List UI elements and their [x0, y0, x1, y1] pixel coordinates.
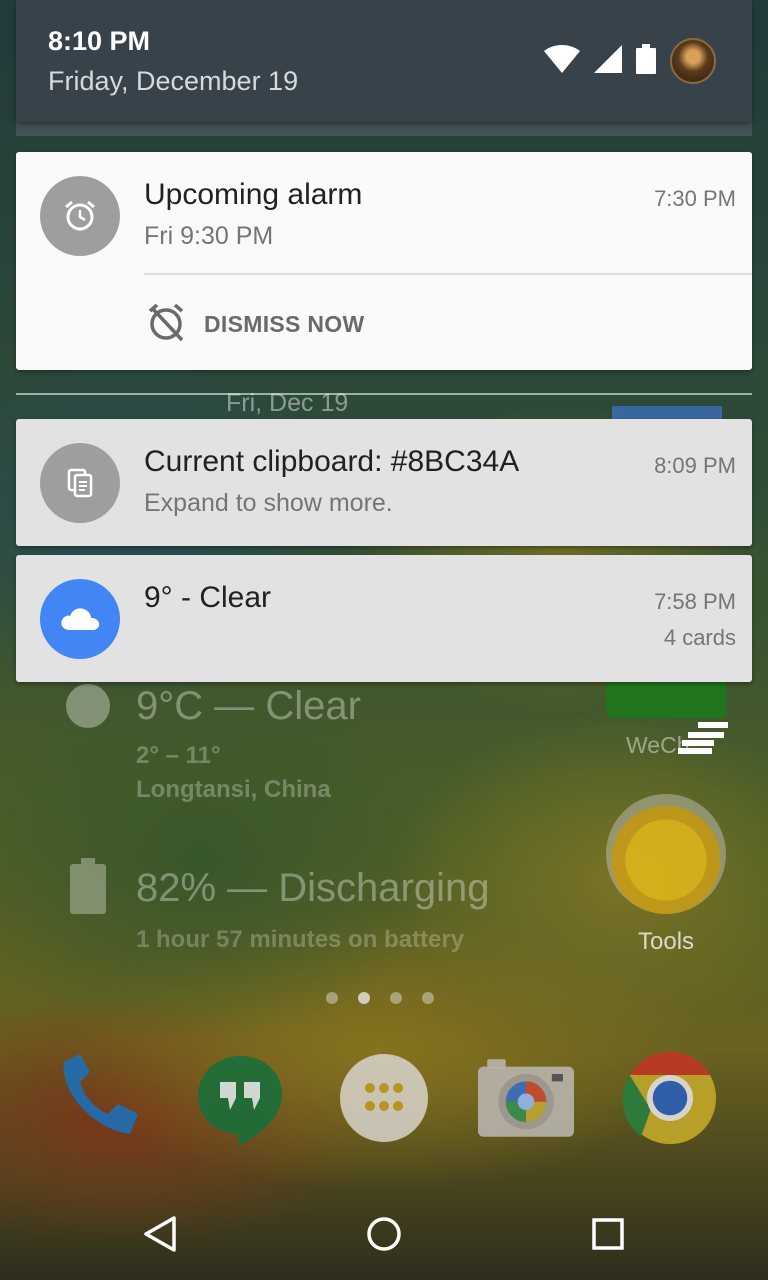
page-dot [422, 992, 434, 1004]
wechat-app-icon[interactable] [606, 680, 726, 718]
battery-icon [636, 43, 656, 79]
notification-card-count: 4 cards [663, 625, 736, 650]
hangouts-icon[interactable] [192, 1050, 288, 1146]
clipboard-icon [40, 443, 120, 523]
date: Friday, December 19 [48, 66, 299, 96]
notification-text: Expand to show more. [144, 489, 393, 517]
weather-widget-icon [66, 684, 110, 728]
section-date: Fri, Dec 19 [226, 389, 349, 417]
notification-clipboard[interactable]: Current clipboard: #8BC34A Expand to sho… [16, 419, 752, 546]
tools-app-label: Tools [638, 928, 695, 955]
page-dot [326, 992, 338, 1004]
battery-widget-main: 82% — Discharging [136, 866, 490, 910]
page-dot-active [358, 992, 370, 1004]
back-button[interactable] [124, 1198, 196, 1270]
battery-widget-sub: 1 hour 57 minutes on battery [136, 926, 465, 953]
dismiss-now-label: DISMISS NOW [204, 310, 365, 337]
quick-settings-header[interactable]: 8:10 PM Friday, December 19 [16, 0, 752, 122]
cloud-icon [40, 579, 120, 659]
wifi-icon [544, 44, 580, 78]
section-divider [16, 393, 752, 395]
header-shadow [16, 122, 752, 136]
weather-widget-location: Longtansi, China [136, 776, 331, 803]
clock: 8:10 PM [48, 26, 151, 56]
phone-icon[interactable] [50, 1050, 146, 1146]
notification-weather[interactable]: 9° - Clear 7:58 PM 4 cards [16, 555, 752, 682]
notification-text: Fri 9:30 PM [144, 222, 274, 250]
weather-widget-main: 9°C — Clear [136, 684, 361, 728]
notification-upcoming-alarm[interactable]: Upcoming alarm Fri 9:30 PM 7:30 PM DISMI… [16, 152, 752, 370]
app-drawer-icon[interactable] [336, 1050, 432, 1146]
chrome-icon[interactable] [622, 1050, 718, 1146]
twitter-app-icon [612, 406, 722, 420]
notification-time: 7:30 PM [654, 186, 736, 211]
navigation-bar [0, 1184, 768, 1280]
user-avatar[interactable] [670, 38, 716, 84]
alarm-clock-icon [40, 176, 120, 256]
page-indicator [326, 992, 434, 1004]
dismiss-now-button[interactable]: DISMISS NOW [146, 300, 364, 348]
sort-lines-icon [678, 722, 730, 763]
tools-app-icon[interactable] [606, 794, 726, 914]
alarm-off-icon [146, 302, 186, 347]
notification-title: Current clipboard: #8BC34A [144, 445, 520, 478]
weather-widget-temps: 2° – 11° [136, 742, 221, 769]
notification-time: 7:58 PM [654, 589, 736, 614]
camera-icon[interactable] [478, 1050, 574, 1146]
page-dot [390, 992, 402, 1004]
cell-signal-icon [594, 44, 622, 78]
notification-title: Upcoming alarm [144, 178, 363, 211]
battery-widget-icon [70, 858, 106, 914]
status-icons [544, 38, 716, 84]
notification-title: 9° - Clear [144, 581, 272, 614]
notification-time: 8:09 PM [654, 453, 736, 478]
home-button[interactable] [348, 1198, 420, 1270]
action-divider [144, 273, 752, 275]
recents-button[interactable] [572, 1198, 644, 1270]
